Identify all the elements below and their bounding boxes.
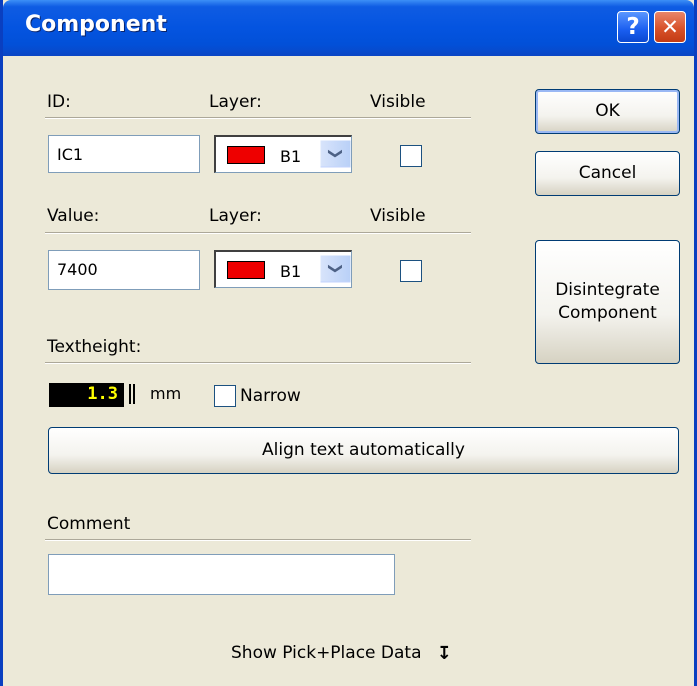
value-layer-value: B1 bbox=[280, 262, 302, 281]
ok-button[interactable]: OK bbox=[535, 89, 680, 134]
value-layer-label: Layer: bbox=[209, 206, 262, 226]
disintegrate-line1: Disintegrate bbox=[555, 280, 660, 300]
chevron-down-icon[interactable]: ❮ bbox=[320, 255, 351, 283]
disintegrate-line2: Component bbox=[558, 303, 657, 323]
spin-grip-icon[interactable] bbox=[129, 384, 136, 404]
id-layer-value: B1 bbox=[280, 147, 302, 166]
help-icon: ? bbox=[626, 14, 640, 40]
value-input[interactable]: 7400 bbox=[48, 250, 200, 290]
arrow-down-icon: ↧ bbox=[436, 643, 452, 664]
id-separator bbox=[45, 117, 471, 119]
close-icon: ✕ bbox=[661, 15, 679, 39]
textheight-unit: mm bbox=[150, 384, 182, 403]
value-layer-select[interactable]: B1 ❮ bbox=[214, 250, 352, 288]
id-label: ID: bbox=[47, 92, 71, 112]
textheight-value: 1.3 bbox=[87, 384, 118, 404]
layer-color-swatch bbox=[227, 261, 265, 279]
id-layer-select[interactable]: B1 ❮ bbox=[214, 135, 352, 173]
id-visible-checkbox[interactable] bbox=[400, 145, 422, 167]
comment-label: Comment bbox=[47, 514, 131, 534]
id-input[interactable]: IC1 bbox=[48, 135, 200, 173]
show-pick-place-toggle[interactable]: Show Pick+Place Data ↧ bbox=[231, 642, 452, 664]
close-button[interactable]: ✕ bbox=[654, 11, 686, 43]
textheight-separator bbox=[45, 362, 471, 364]
align-text-button[interactable]: Align text automatically bbox=[48, 427, 679, 474]
comment-input[interactable] bbox=[48, 554, 395, 595]
show-pick-place-label: Show Pick+Place Data bbox=[231, 643, 422, 663]
help-button[interactable]: ? bbox=[617, 11, 649, 43]
cancel-button[interactable]: Cancel bbox=[535, 151, 680, 196]
component-dialog: Component ? ✕ ID: Layer: Visible IC1 B1 … bbox=[0, 0, 697, 686]
textheight-spinner[interactable]: 1.3 bbox=[49, 383, 124, 407]
comment-separator bbox=[45, 539, 471, 541]
value-label: Value: bbox=[47, 206, 100, 226]
value-visible-checkbox[interactable] bbox=[400, 260, 422, 282]
id-visible-label: Visible bbox=[370, 92, 426, 112]
layer-color-swatch bbox=[227, 146, 265, 164]
disintegrate-component-button[interactable]: Disintegrate Component bbox=[535, 240, 680, 364]
id-layer-label: Layer: bbox=[209, 92, 262, 112]
value-visible-label: Visible bbox=[370, 206, 426, 226]
window-title: Component bbox=[25, 12, 167, 37]
narrow-label: Narrow bbox=[240, 386, 301, 406]
title-bar[interactable]: Component ? ✕ bbox=[3, 0, 694, 56]
value-separator bbox=[45, 232, 471, 234]
narrow-checkbox[interactable] bbox=[214, 385, 236, 407]
textheight-label: Textheight: bbox=[47, 337, 142, 357]
chevron-down-icon[interactable]: ❮ bbox=[320, 140, 351, 168]
